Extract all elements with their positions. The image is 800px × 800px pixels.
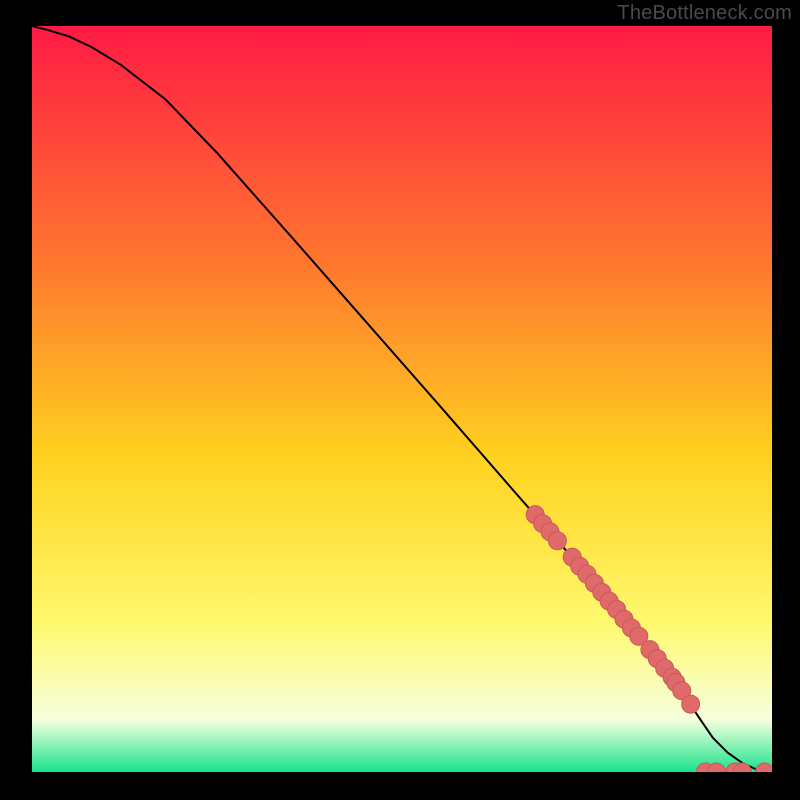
data-marker — [548, 532, 566, 550]
chart-frame: TheBottleneck.com — [0, 0, 800, 800]
plot-area — [32, 26, 772, 772]
data-marker — [682, 695, 700, 713]
watermark-text: TheBottleneck.com — [617, 2, 792, 25]
chart-svg — [32, 26, 772, 772]
